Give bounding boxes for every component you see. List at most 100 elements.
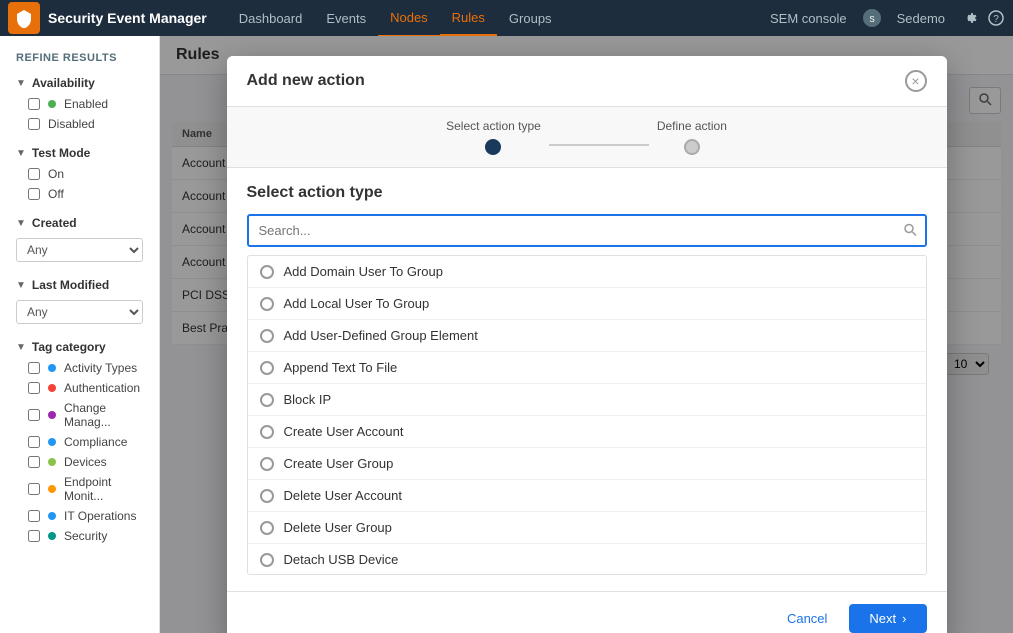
help-icon[interactable]: ? [987,9,1005,27]
action-radio-1[interactable] [260,297,274,311]
action-item-6[interactable]: Create User Group [248,448,926,480]
action-radio-7[interactable] [260,489,274,503]
sidebar-item-devices[interactable]: Devices [0,452,159,472]
itops-checkbox[interactable] [28,510,40,522]
sidebar-item-off[interactable]: Off [0,184,159,204]
action-item-5[interactable]: Create User Account [248,416,926,448]
cancel-button[interactable]: Cancel [775,605,839,632]
devices-label: Devices [64,455,107,469]
modal-close-button[interactable]: × [905,70,927,92]
tagcategory-header[interactable]: ▼ Tag category [0,336,159,358]
changemanag-checkbox[interactable] [28,409,40,421]
action-radio-4[interactable] [260,393,274,407]
action-item-9[interactable]: Detach USB Device [248,544,926,575]
security-dot [48,532,56,540]
lastmodified-chevron: ▼ [16,280,26,291]
sidebar-item-security[interactable]: Security [0,526,159,546]
nav-dashboard[interactable]: Dashboard [227,0,315,36]
sidebar-item-on[interactable]: On [0,164,159,184]
action-item-1[interactable]: Add Local User To Group [248,288,926,320]
sidebar-section-testmode: ▼ Test Mode On Off [0,142,159,204]
step1-label: Select action type [446,119,541,133]
sidebar-item-disabled[interactable]: Disabled [0,114,159,134]
action-radio-3[interactable] [260,361,274,375]
sidebar-item-activitytypes[interactable]: Activity Types [0,358,159,378]
app-name: Security Event Manager [48,10,207,26]
sidebar-item-enabled[interactable]: Enabled [0,94,159,114]
action-radio-5[interactable] [260,425,274,439]
lastmodified-select[interactable]: Any [16,300,143,324]
enabled-dot [48,100,56,108]
user-name[interactable]: Sedemo [889,7,953,30]
testmode-label: Test Mode [32,146,90,160]
action-item-7[interactable]: Delete User Account [248,480,926,512]
security-checkbox[interactable] [28,530,40,542]
itops-dot [48,512,56,520]
nav-right: SEM console S Sedemo ? [762,7,1005,30]
testmode-header[interactable]: ▼ Test Mode [0,142,159,164]
action-item-3[interactable]: Append Text To File [248,352,926,384]
modal-footer: Cancel Next › [227,591,947,633]
step1-dot [485,139,501,155]
action-item-8[interactable]: Delete User Group [248,512,926,544]
tagcategory-chevron: ▼ [16,342,26,353]
sidebar-section-created: ▼ Created Any [0,212,159,266]
authentication-checkbox[interactable] [28,382,40,394]
modal-title: Add new action [247,72,365,90]
sem-console-btn[interactable]: SEM console [762,7,855,30]
action-search-input[interactable] [247,214,927,247]
sidebar-item-itops[interactable]: IT Operations [0,506,159,526]
security-label: Security [64,529,107,543]
activitytypes-checkbox[interactable] [28,362,40,374]
devices-checkbox[interactable] [28,456,40,468]
changemanag-dot [48,411,56,419]
stepper: Select action type Define action [227,107,947,168]
enabled-checkbox[interactable] [28,98,40,110]
sidebar-item-changemanag[interactable]: Change Manag... [0,398,159,432]
created-select[interactable]: Any [16,238,143,262]
action-radio-8[interactable] [260,521,274,535]
action-radio-6[interactable] [260,457,274,471]
action-radio-2[interactable] [260,329,274,343]
lastmodified-filter-row: Any [0,296,159,328]
action-item-4[interactable]: Block IP [248,384,926,416]
nav-nodes[interactable]: Nodes [378,0,440,36]
sidebar-section-lastmodified: ▼ Last Modified Any [0,274,159,328]
settings-icon[interactable] [961,9,979,27]
action-radio-0[interactable] [260,265,274,279]
action-item-2[interactable]: Add User-Defined Group Element [248,320,926,352]
next-button[interactable]: Next › [849,604,926,633]
compliance-checkbox[interactable] [28,436,40,448]
itops-label: IT Operations [64,509,136,523]
on-checkbox[interactable] [28,168,40,180]
modal-body: Select action type Add Domain User To Gr… [227,168,947,591]
sidebar-section-tagcategory: ▼ Tag category Activity Types Authentica… [0,336,159,546]
created-header[interactable]: ▼ Created [0,212,159,234]
endpointmonit-dot [48,485,56,493]
modal-section-title: Select action type [247,184,927,202]
activitytypes-label: Activity Types [64,361,137,375]
availability-header[interactable]: ▼ Availability [0,72,159,94]
endpointmonit-checkbox[interactable] [28,483,40,495]
disabled-checkbox[interactable] [28,118,40,130]
created-label: Created [32,216,77,230]
sidebar-item-authentication[interactable]: Authentication [0,378,159,398]
nav-rules[interactable]: Rules [440,0,497,36]
step2-item: Define action [657,119,727,155]
action-label-8: Delete User Group [284,520,392,535]
user-avatar[interactable]: S [863,9,881,27]
changemanag-label: Change Manag... [64,401,143,429]
sidebar-item-compliance[interactable]: Compliance [0,432,159,452]
off-checkbox[interactable] [28,188,40,200]
compliance-dot [48,438,56,446]
authentication-dot [48,384,56,392]
lastmodified-header[interactable]: ▼ Last Modified [0,274,159,296]
lastmodified-label: Last Modified [32,278,109,292]
action-item-0[interactable]: Add Domain User To Group [248,256,926,288]
nav-events[interactable]: Events [314,0,378,36]
action-label-1: Add Local User To Group [284,296,430,311]
step2-dot [684,139,700,155]
sidebar-item-endpointmonit[interactable]: Endpoint Monit... [0,472,159,506]
action-radio-9[interactable] [260,553,274,567]
nav-groups[interactable]: Groups [497,0,564,36]
